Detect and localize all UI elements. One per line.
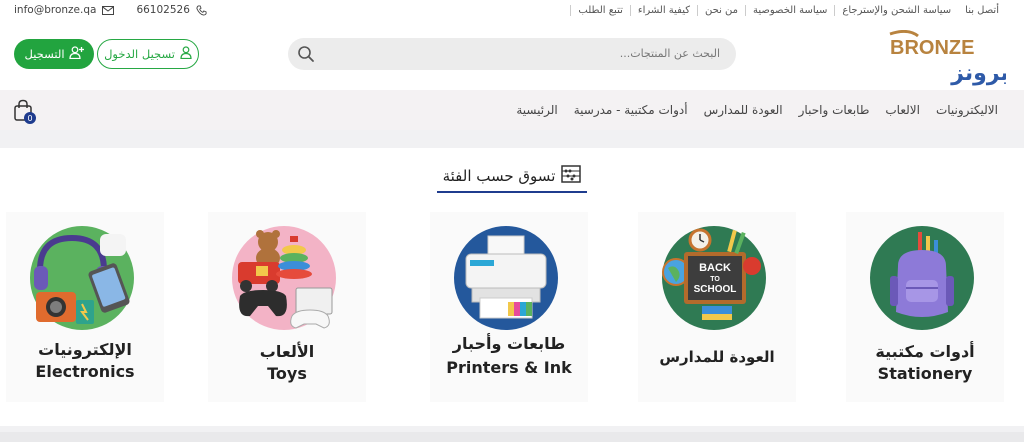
search-placeholder[interactable]: البحث عن المنتجات... [620,47,720,60]
electronics-icon [30,226,134,330]
user-plus-icon [68,46,84,62]
logo-text-ar: برونز [950,61,1006,86]
login-button[interactable]: تسجيل الدخول [97,39,199,69]
nav-item-toys[interactable]: الالعاب [885,103,920,117]
category-card-stationery[interactable]: أدوات مكتبية Stationery [846,212,1004,402]
category-label-ar: العودة للمدارس [659,348,775,366]
category-label-en: Toys [267,364,307,383]
category-label-ar: طابعات وأحبار [452,334,566,353]
search-bar[interactable]: البحث عن المنتجات... [288,38,736,70]
backpack-icon [870,226,974,330]
nav-item-office-supplies[interactable]: أدوات مكتبية - مدرسية [574,103,688,117]
site-header: BRONZE برونز البحث عن المنتجات... تسجيل … [0,24,1024,90]
register-label: التسجيل [24,47,65,61]
cart-count-badge: 0 [24,112,36,124]
category-label-ar: أدوات مكتبية [875,342,975,361]
category-card-printers[interactable]: طابعات وأحبار Printers & Ink [430,212,588,402]
link-how-to-buy[interactable]: كيفية الشراء [629,5,697,16]
category-card-toys[interactable]: الألعاب Toys [208,212,366,402]
link-about-us[interactable]: من نحن [697,5,745,16]
top-bar: تتبع الطلب كيفية الشراء من نحن سياسة الخ… [0,0,1024,24]
category-card-back-to-school[interactable]: BACK TO SCHOOL العودة للمدارس [638,212,796,402]
category-label-en: Stationery [877,364,973,383]
page-bottom-strip [0,432,1024,442]
back-to-school-icon: BACK TO SCHOOL [662,226,766,330]
category-label-ar: الإلكترونيات [38,340,132,359]
section-heading: تسوق حسب الفئة [0,165,1024,193]
nav-item-electronics[interactable]: الاليكترونيات [936,103,998,117]
site-logo[interactable]: BRONZE برونز [888,29,1009,88]
nav-item-home[interactable]: الرئيسية [516,103,557,117]
email-text[interactable]: info@bronze.qa [14,4,96,16]
link-track-order[interactable]: تتبع الطلب [570,5,629,16]
category-label-en: Printers & Ink [446,358,572,377]
section-title: تسوق حسب الفئة [442,167,556,185]
logo-text-en: BRONZE [890,37,974,59]
printer-icon [454,226,558,330]
contact-info: info@bronze.qa 66102526 [14,4,208,16]
main-nav: الرئيسية أدوات مكتبية - مدرسية العودة لل… [0,90,1024,130]
category-label-ar: الألعاب [259,342,315,361]
category-label-en: Electronics [35,362,135,381]
category-section: تسوق حسب الفئة أدوات مكتبية Stationery B… [0,148,1024,426]
nav-item-back-to-school[interactable]: العودة للمدارس [704,103,783,117]
top-links: تتبع الطلب كيفية الشراء من نحن سياسة الخ… [570,5,1006,16]
link-shipping-policy[interactable]: سياسة الشحن والإسترجاع [834,5,958,16]
register-button[interactable]: التسجيل [14,39,94,69]
cart-button[interactable]: 0 [13,99,37,125]
envelope-icon [102,5,115,15]
nav-item-printers-ink[interactable]: طابعات واحبار [799,103,870,117]
login-label: تسجيل الدخول [104,47,175,61]
category-card-electronics[interactable]: الإلكترونيات Electronics [6,212,164,402]
user-icon [180,46,192,62]
link-privacy-policy[interactable]: سياسة الخصوصية [745,5,834,16]
phone-text[interactable]: 66102526 [136,4,189,16]
sign-school: SCHOOL [694,284,737,295]
link-contact-us[interactable]: أتصل بنا [958,5,1006,16]
sign-back: BACK [699,262,731,274]
toys-icon [232,226,336,330]
phone-icon [196,4,208,16]
abacus-icon [561,165,582,187]
nav-items: الرئيسية أدوات مكتبية - مدرسية العودة لل… [516,103,998,117]
sign-to: TO [710,276,720,283]
search-icon[interactable] [296,44,316,64]
